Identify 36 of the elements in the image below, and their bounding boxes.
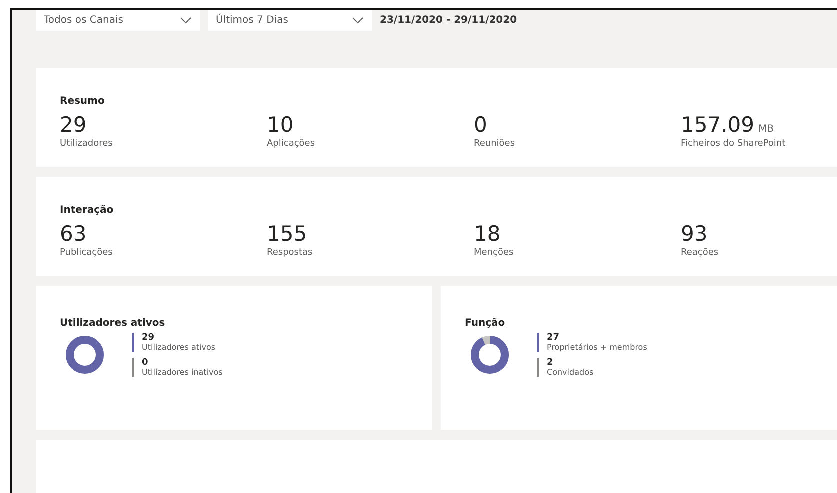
date-range: 23/11/2020 - 29/11/2020 [380,14,518,26]
metric-label: Menções [474,248,515,258]
metric-value: 10 [267,113,294,137]
legend-value: 27 [547,333,561,343]
metric-value: 29 [60,113,87,137]
section-title: Resumo [60,96,106,107]
metric-label: Publicações [60,248,114,258]
legend-label: Proprietários + membros [547,343,648,352]
filter-dropdown[interactable]: Todos os Canais [36,10,200,31]
metric-value: 93 [681,222,708,246]
chevron-down-icon [180,16,192,24]
metric-value: 157.09 [681,113,754,137]
metric-label: Respostas [267,248,314,258]
metric-label: Ficheiros do SharePoint [681,139,787,149]
legend-value: 2 [547,358,554,368]
metric-label: Reuniões [474,139,516,149]
metric-label: Utilizadores [60,139,114,149]
metric-label: Aplicações [267,139,316,149]
metric-value: 63 [60,222,87,246]
chevron-down-icon [352,16,364,24]
filter-dropdown[interactable]: Últimos 7 Dias [208,10,372,31]
donut-chart-icon [469,334,511,376]
section-title: Função [465,318,506,329]
legend-value: 29 [142,333,156,343]
metric-value: 18 [474,222,501,246]
legend-value: 0 [142,358,150,368]
legend-label: Utilizadores ativos [142,343,217,352]
metric-value: 155 [267,222,308,246]
legend-label: Convidados [547,368,595,377]
metric-unit: MB [758,124,774,135]
metric-value: 0 [474,113,488,137]
section-title: Interação [60,205,115,216]
donut-chart-icon [64,334,106,376]
section-title: Utilizadores ativos [60,318,166,329]
legend-label: Utilizadores inativos [142,368,223,377]
metric-label: Reações [681,248,720,258]
